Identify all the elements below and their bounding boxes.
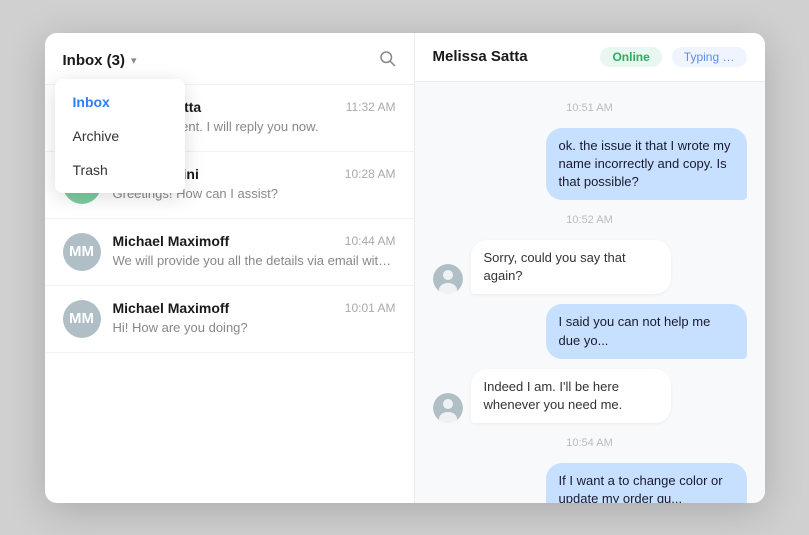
message-bubble-outgoing: If I want a to change color or update my… [546, 463, 747, 502]
avatar: MM [63, 300, 101, 338]
dropdown-item-inbox[interactable]: Inbox [55, 85, 185, 119]
timestamp: 10:52 AM [433, 214, 747, 226]
conv-name: Michael Maximoff [113, 300, 230, 316]
conversation-item-michael-1[interactable]: MM Michael Maximoff 10:44 AM We will pro… [45, 219, 414, 286]
message-bubble-outgoing: ok. the issue it that I wrote my name in… [546, 128, 747, 201]
dropdown-item-trash[interactable]: Trash [55, 153, 185, 187]
avatar [433, 393, 463, 423]
online-badge: Online [600, 47, 661, 67]
chat-header: Melissa Satta Online Typing … [415, 33, 765, 82]
message-row: Sorry, could you say that again? [433, 240, 747, 294]
message-bubble-incoming: Sorry, could you say that again? [471, 240, 672, 294]
search-icon[interactable] [378, 49, 396, 72]
message-row: ok. the issue it that I wrote my name in… [433, 128, 747, 201]
avatar [433, 264, 463, 294]
conv-time: 10:44 AM [345, 234, 396, 248]
conv-time: 10:01 AM [345, 301, 396, 315]
message-bubble-outgoing: I said you can not help me due yo... [546, 304, 747, 358]
message-bubble-incoming: Indeed I am. I'll be here whenever you n… [471, 369, 672, 423]
chat-body: 10:51 AM ok. the issue it that I wrote m… [415, 82, 765, 503]
dropdown-item-archive[interactable]: Archive [55, 119, 185, 153]
contact-name: Melissa Satta [433, 48, 591, 65]
left-header: Inbox (3) ▾ [45, 33, 414, 85]
inbox-dropdown: Inbox Archive Trash [55, 79, 185, 193]
conv-preview: Hi! How are you doing? [113, 320, 396, 335]
right-panel: Melissa Satta Online Typing … 10:51 AM o… [415, 33, 765, 503]
conv-name: Michael Maximoff [113, 233, 230, 249]
left-panel: Inbox (3) ▾ Inbox Archive Trash MS [45, 33, 415, 503]
inbox-selector[interactable]: Inbox (3) ▾ [63, 52, 137, 69]
inbox-label: Inbox (3) [63, 52, 126, 69]
typing-badge: Typing … [672, 47, 747, 67]
app-container: Inbox (3) ▾ Inbox Archive Trash MS [45, 33, 765, 503]
conv-time: 10:28 AM [345, 167, 396, 181]
conversation-item-michael-2[interactable]: MM Michael Maximoff 10:01 AM Hi! How are… [45, 286, 414, 353]
message-row: Indeed I am. I'll be here whenever you n… [433, 369, 747, 423]
message-row: I said you can not help me due yo... [433, 304, 747, 358]
timestamp: 10:51 AM [433, 102, 747, 114]
conv-time: 11:32 AM [346, 100, 396, 114]
timestamp: 10:54 AM [433, 437, 747, 449]
message-row: If I want a to change color or update my… [433, 463, 747, 502]
avatar: MM [63, 233, 101, 271]
chevron-down-icon: ▾ [131, 54, 137, 67]
conv-preview: We will provide you all the details via … [113, 253, 396, 268]
